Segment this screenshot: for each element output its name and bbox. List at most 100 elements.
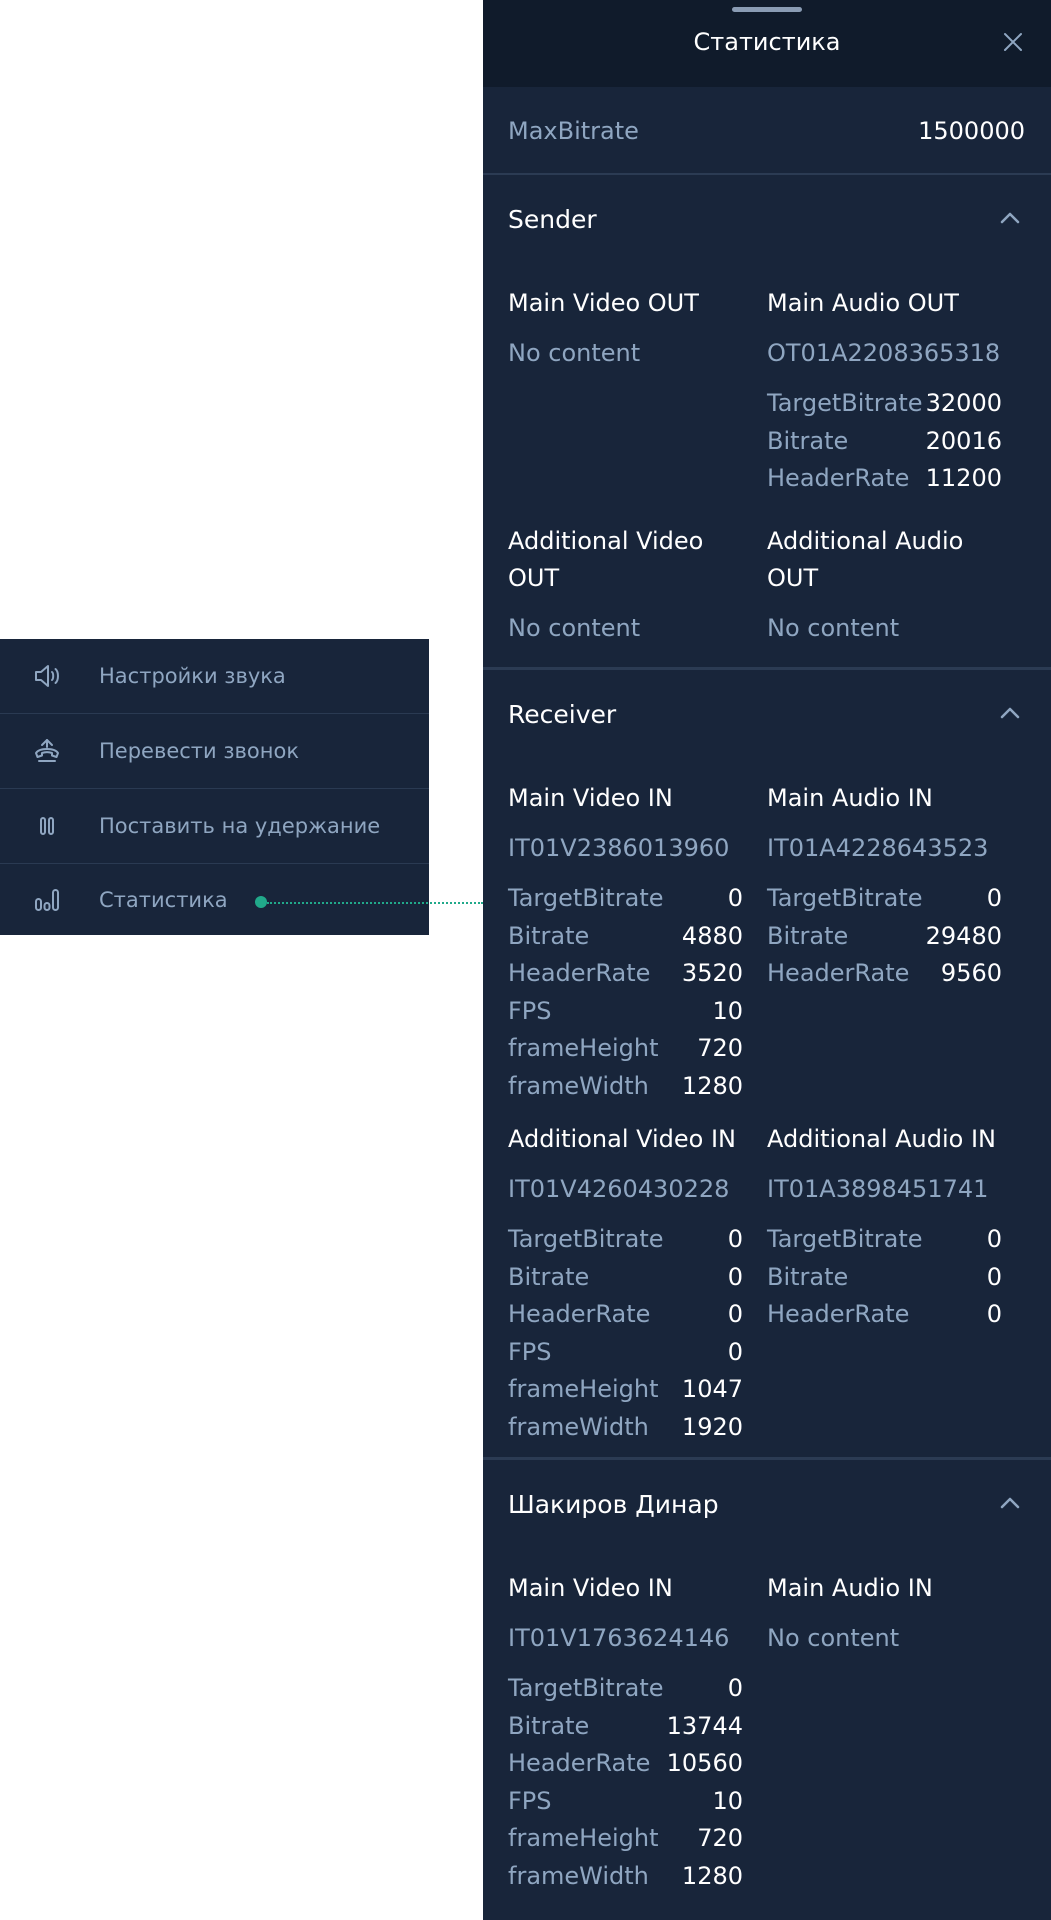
stat-row: frameHeight 720 [508, 1030, 743, 1068]
stat-value: 13744 [666, 1711, 743, 1740]
stat-row: HeaderRate 0 [508, 1296, 743, 1334]
main-video-out: Main Video OUT No content [508, 285, 743, 372]
stat-key: FPS [508, 1786, 552, 1815]
receiver-section-header[interactable]: Receiver [483, 670, 1051, 758]
stream-id: No content [508, 614, 641, 642]
call-transfer-icon [32, 736, 62, 766]
menu-label: Перевести звонок [99, 739, 300, 763]
stat-row: TargetBitrate 0 [508, 880, 743, 918]
chevron-up-icon[interactable] [999, 702, 1021, 724]
stream-id: No content [767, 614, 900, 642]
stat-key: Bitrate [767, 426, 849, 455]
section-title: Sender [508, 205, 597, 234]
speaker-icon [32, 661, 62, 691]
stat-key: TargetBitrate [767, 1225, 923, 1253]
stat-row: HeaderRate 9560 [767, 955, 1002, 993]
stream-title: Main Audio OUT [767, 289, 959, 317]
menu-item-sound-settings[interactable]: Настройки звука [0, 639, 429, 714]
stat-key: frameWidth [508, 1071, 649, 1100]
main-audio-out: Main Audio OUT OT01A2208365318 TargetBit… [767, 285, 1002, 498]
pause-icon [32, 811, 62, 841]
connector-dot [255, 896, 267, 908]
sender-section: Sender Main Video OUT No content Main Au… [483, 175, 1051, 642]
stat-key: TargetBitrate [508, 884, 664, 912]
stat-value: 1047 [681, 1375, 743, 1403]
stat-row: TargetBitrate 32000 [767, 385, 1002, 423]
call-context-menu: Настройки звука Перевести звонок Постави… [0, 639, 429, 935]
stat-key: TargetBitrate [767, 884, 923, 912]
stat-row: TargetBitrate 0 [508, 1221, 743, 1259]
stat-row: frameWidth 1280 [508, 1068, 743, 1106]
menu-item-transfer-call[interactable]: Перевести звонок [0, 714, 429, 789]
stat-value: 10 [712, 996, 743, 1025]
stream-id: IT01V1763624146 [508, 1624, 730, 1652]
stat-value: 0 [727, 1337, 743, 1366]
stream-title: Main Audio IN [767, 1574, 933, 1602]
menu-item-statistics[interactable]: Статистика [0, 864, 429, 935]
stream-title: Main Video IN [508, 1574, 673, 1602]
stat-value: 11200 [925, 464, 1002, 492]
stream-id: IT01A4228643523 [767, 834, 989, 862]
sender-section-header[interactable]: Sender [483, 175, 1051, 263]
additional-video-in: Additional Video IN IT01V4260430228 Targ… [508, 1121, 743, 1446]
menu-item-hold[interactable]: Поставить на удержание [0, 789, 429, 864]
stat-key: HeaderRate [767, 1300, 910, 1328]
chevron-up-icon[interactable] [999, 207, 1021, 229]
stat-value: 1920 [681, 1412, 743, 1441]
chevron-up-icon[interactable] [999, 1492, 1021, 1514]
participant-section-header[interactable]: Шакиров Динар [483, 1460, 1051, 1548]
stat-value: 0 [727, 884, 743, 912]
participant-section: Шакиров Динар Main Video IN IT01V1763624… [483, 1460, 1051, 1890]
stat-value: 1280 [681, 1071, 743, 1100]
max-bitrate-row: MaxBitrate 1500000 [483, 87, 1051, 175]
stat-rows: TargetBitrate 0 Bitrate 0 HeaderRate 0 [767, 1221, 1002, 1334]
stat-row: Bitrate 0 [508, 1259, 743, 1297]
stat-value: 1280 [681, 1861, 743, 1890]
stat-row: Bitrate 29480 [767, 918, 1002, 956]
stat-value: 0 [986, 1262, 1002, 1291]
drag-handle[interactable] [732, 7, 802, 12]
stat-value: 0 [986, 884, 1002, 912]
stat-rows: TargetBitrate 0 Bitrate 29480 HeaderRate 95… [767, 880, 1002, 993]
stat-row: HeaderRate 10560 [508, 1745, 743, 1783]
stat-value: 720 [697, 1824, 743, 1852]
participant-main-video-in: Main Video IN IT01V1763624146 TargetBitr… [508, 1570, 743, 1895]
stream-id: IT01V4260430228 [508, 1175, 730, 1203]
stat-rows: TargetBitrate 0 Bitrate 0 HeaderRate 0 FPS 0… [508, 1221, 743, 1446]
close-icon [1004, 33, 1022, 51]
close-button[interactable] [1001, 30, 1025, 54]
stat-row: TargetBitrate 0 [767, 880, 1002, 918]
panel-title: Статистика [693, 28, 841, 56]
stream-id: OT01A2208365318 [767, 339, 1001, 367]
stat-key: Bitrate [508, 921, 590, 950]
stat-key: HeaderRate [767, 959, 910, 987]
stat-key: TargetBitrate [767, 389, 923, 417]
main-audio-in: Main Audio IN IT01A4228643523 TargetBitr… [767, 780, 1002, 993]
stream-title: Additional Audio IN [767, 1125, 996, 1153]
stream-title: Main Audio IN [767, 784, 933, 812]
stat-key: Bitrate [767, 921, 849, 950]
stat-row: frameHeight 720 [508, 1820, 743, 1858]
stat-value: 720 [697, 1034, 743, 1062]
stat-row: Bitrate 20016 [767, 423, 1002, 461]
stat-key: Bitrate [508, 1262, 590, 1291]
stat-key: FPS [508, 1337, 552, 1366]
stream-title: Additional Audio OUT [767, 527, 964, 592]
stat-value: 0 [727, 1262, 743, 1291]
max-bitrate-value: 1500000 [918, 117, 1025, 145]
stat-key: frameWidth [508, 1412, 649, 1441]
stat-row: FPS 10 [508, 993, 743, 1031]
stream-id: No content [508, 339, 641, 367]
stat-value: 4880 [681, 921, 743, 950]
stat-row: Bitrate 13744 [508, 1708, 743, 1746]
connector-line [267, 902, 483, 904]
stream-id: No content [767, 1624, 900, 1652]
stat-key: FPS [508, 996, 552, 1025]
stat-value: 0 [727, 1674, 743, 1702]
stat-rows: TargetBitrate 32000 Bitrate 20016 HeaderRa… [767, 385, 1002, 498]
stat-value: 0 [986, 1300, 1002, 1328]
stream-title: Main Video OUT [508, 289, 699, 317]
menu-label: Настройки звука [99, 664, 286, 688]
stat-value: 0 [727, 1225, 743, 1253]
receiver-section: Receiver Main Video IN IT01V2386013960 T… [483, 670, 1051, 1441]
